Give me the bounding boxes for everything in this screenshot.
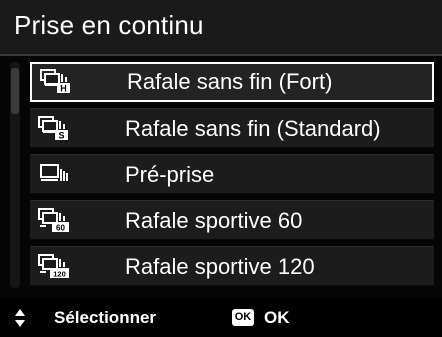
menu-item-label: Rafale sportive 120 xyxy=(125,254,315,279)
select-hint-label: Sélectionner xyxy=(54,308,157,327)
menu-list: H Rafale sans fin (Fort) S Rafale sans f… xyxy=(30,62,434,290)
burst-h-icon: H xyxy=(40,69,70,94)
menu-item-pre-prise[interactable]: Pré-prise xyxy=(30,154,434,194)
scrollbar[interactable] xyxy=(10,62,20,288)
up-down-arrows-icon xyxy=(15,309,25,327)
menu-item-rafale-sportive-120[interactable]: 120 Rafale sportive 120 xyxy=(30,246,434,286)
burst-s-icon: S xyxy=(38,116,68,141)
menu-item-label: Pré-prise xyxy=(125,162,215,187)
svg-text:60: 60 xyxy=(56,224,65,233)
camera-menu-screen: Prise en continu H Rafale sans fin (Fort… xyxy=(0,0,442,337)
menu-item-rafale-sans-fin-standard[interactable]: S Rafale sans fin (Standard) xyxy=(30,108,434,148)
svg-text:H: H xyxy=(60,84,67,94)
sport-burst-60-icon: 60 xyxy=(38,208,69,233)
svg-text:S: S xyxy=(58,131,64,141)
pre-capture-icon xyxy=(40,164,68,181)
menu-item-label: Rafale sans fin (Fort) xyxy=(127,69,333,94)
menu-item-label: Rafale sans fin (Standard) xyxy=(125,116,381,141)
ok-hint-label: OK xyxy=(264,308,290,327)
scroll-thumb[interactable] xyxy=(11,68,19,114)
sport-burst-120-icon: 120 xyxy=(38,254,69,279)
page-title: Prise en continu xyxy=(14,10,204,40)
svg-text:120: 120 xyxy=(53,270,66,279)
menu-item-rafale-sportive-60[interactable]: 60 Rafale sportive 60 xyxy=(30,200,434,240)
ok-button-icon: OK xyxy=(232,309,254,326)
title-bar: Prise en continu xyxy=(0,0,442,56)
menu-item-label: Rafale sportive 60 xyxy=(125,208,303,233)
menu-item-rafale-sans-fin-fort[interactable]: H Rafale sans fin (Fort) xyxy=(30,62,434,102)
footer-hint-bar: Sélectionner OK OK xyxy=(0,298,442,337)
